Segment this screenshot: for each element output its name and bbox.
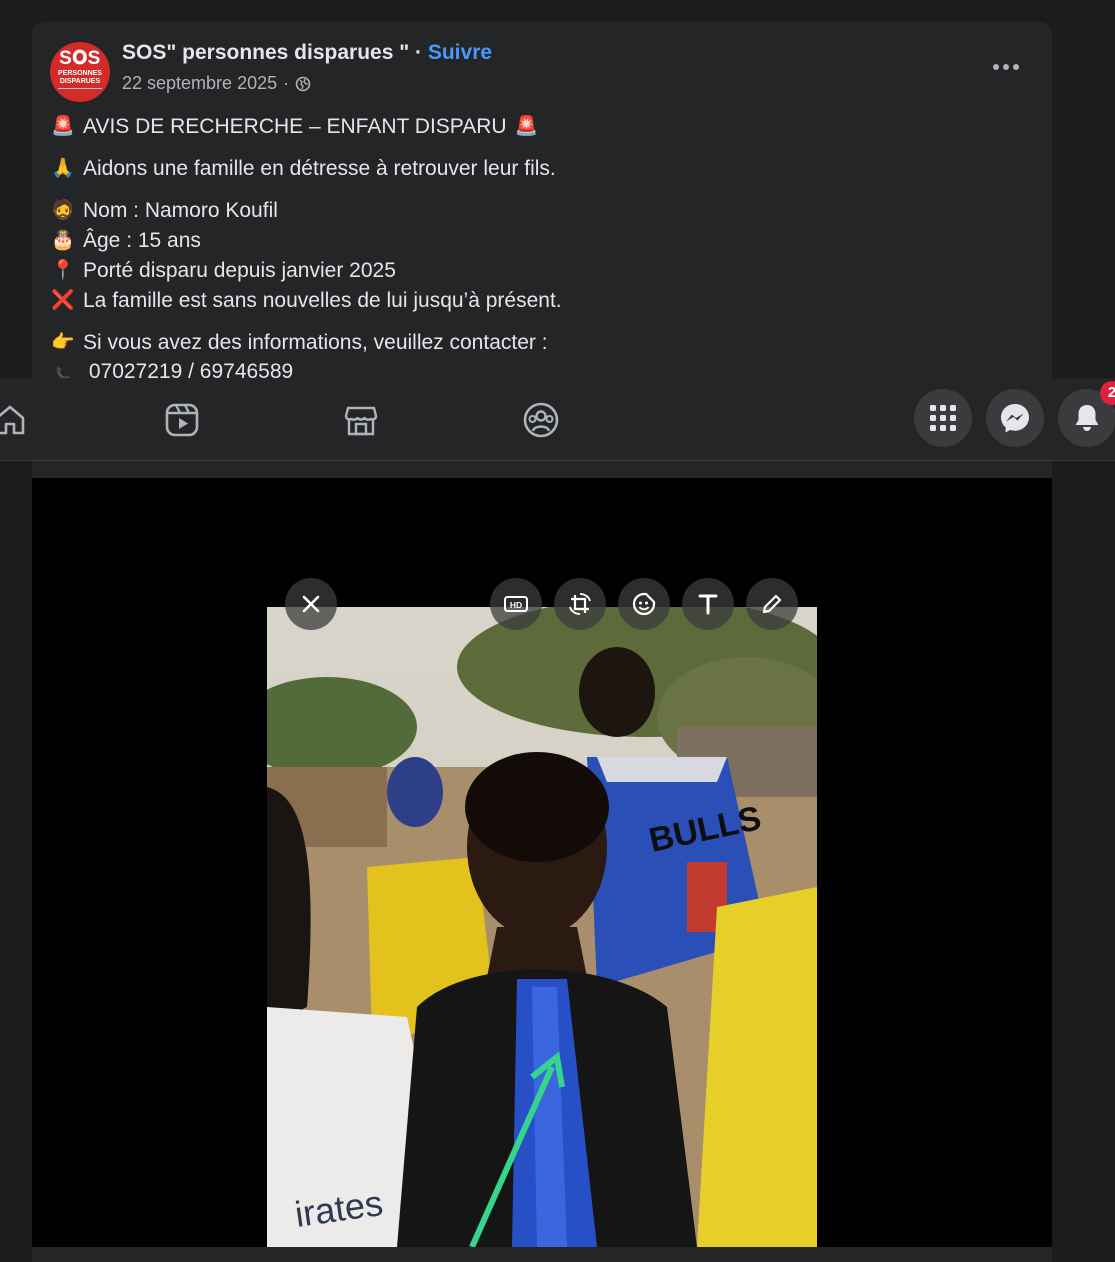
post-line-headline: 🚨 AVIS DE RECHERCHE – ENFANT DISPARU 🚨 — [50, 112, 1010, 142]
post-line-text: Âge : 15 ans — [83, 229, 201, 252]
page-avatar[interactable]: S𝐎S PERSONNES DISPARUES — [50, 42, 110, 102]
globe-icon — [295, 76, 311, 91]
post-line-text: Si vous avez des informations, veuillez … — [83, 331, 548, 354]
post-line-text: La famille est sans nouvelles de lui jus… — [83, 289, 562, 312]
photo-image: BULLS irates — [267, 607, 817, 1247]
post-line-text: AVIS DE RECHERCHE – ENFANT DISPARU — [83, 115, 507, 138]
post-date[interactable]: 22 septembre 2025 — [122, 73, 277, 94]
notifications-button[interactable]: 2 — [1058, 381, 1115, 447]
siren-icon: 🚨 — [514, 116, 539, 137]
text-icon — [698, 594, 718, 615]
phone-icon: 📞 — [55, 367, 71, 378]
sticker-icon — [632, 592, 656, 616]
avatar-logo-subtitle: PERSONNES DISPARUES — [58, 70, 102, 85]
pin-icon: 📍 — [51, 260, 75, 281]
praying-hands-icon: 🙏 — [51, 158, 75, 179]
crop-rotate-icon — [569, 593, 591, 615]
pencil-icon — [762, 594, 782, 614]
siren-icon: 🚨 — [51, 116, 75, 137]
more-dots-icon — [993, 64, 999, 70]
post-line-text: Aidons une famille en détresse à retrouv… — [83, 157, 556, 180]
home-icon — [0, 405, 25, 435]
post-line-missing-since: 📍 Porté disparu depuis janvier 2025 — [50, 256, 1010, 286]
cake-icon: 🎂 — [51, 230, 75, 251]
page-name-link[interactable]: SOS" personnes disparues " — [122, 41, 409, 64]
post-line-phone: 📞 07027219 / 69746589 — [50, 358, 294, 378]
post-line-age: 🎂 Âge : 15 ans — [50, 226, 1010, 256]
post-line-text: 07027219 / 69746589 — [88, 360, 294, 378]
post-line-appeal: 🙏 Aidons une famille en détresse à retro… — [50, 154, 1010, 184]
marketplace-icon — [344, 406, 378, 436]
menu-button[interactable] — [914, 389, 972, 447]
reels-icon — [165, 403, 199, 437]
nav-tab-reels[interactable] — [162, 400, 202, 440]
nav-tab-home[interactable] — [0, 400, 30, 440]
more-dot — [1013, 64, 1019, 70]
hd-icon: HD — [504, 596, 528, 612]
post-line-text: Porté disparu depuis janvier 2025 — [83, 259, 396, 282]
nav-tab-marketplace[interactable] — [341, 400, 381, 440]
notification-badge: 2 — [1100, 381, 1115, 405]
post-line-no-news: ❌ La famille est sans nouvelles de lui j… — [50, 286, 1010, 316]
hd-label: HD — [510, 600, 522, 610]
post-header-title: SOS" personnes disparues " · Suivre — [122, 41, 492, 65]
close-photo-button[interactable] — [285, 578, 337, 630]
post-line-contact: 👉 Si vous avez des informations, veuille… — [50, 328, 1010, 358]
close-icon — [302, 595, 320, 613]
hd-button[interactable]: HD — [490, 578, 542, 630]
post-meta: 22 septembre 2025 · — [122, 73, 311, 94]
cross-mark-icon: ❌ — [51, 290, 75, 311]
crop-rotate-button[interactable] — [554, 578, 606, 630]
avatar-logo-text: S𝐎S — [59, 48, 101, 69]
bell-icon — [1075, 405, 1099, 431]
top-navigation-bar: 2 — [0, 378, 1115, 461]
groups-icon — [523, 402, 559, 438]
nav-tab-groups[interactable] — [521, 400, 561, 440]
post-line-name: 🧔 Nom : Namoro Koufil — [50, 196, 1010, 226]
meta-separator: · — [283, 73, 290, 93]
missing-child-photo[interactable]: BULLS irates — [267, 607, 817, 1247]
title-separator: · — [409, 41, 428, 64]
post-line-text: Nom : Namoro Koufil — [83, 199, 278, 222]
text-tool-button[interactable] — [682, 578, 734, 630]
pointing-hand-icon: 👉 — [51, 332, 75, 353]
sticker-button[interactable] — [618, 578, 670, 630]
avatar-logo-divider — [58, 88, 102, 94]
menu-grid-icon — [930, 405, 956, 431]
messenger-icon — [1001, 404, 1029, 433]
follow-button[interactable]: Suivre — [428, 41, 492, 64]
person-icon: 🧔 — [51, 200, 75, 221]
post-body: 🚨 AVIS DE RECHERCHE – ENFANT DISPARU 🚨 🙏… — [50, 112, 1010, 358]
draw-button[interactable] — [746, 578, 798, 630]
more-dot — [1003, 64, 1009, 70]
post-options-button[interactable] — [985, 50, 1027, 84]
messenger-button[interactable] — [986, 389, 1044, 447]
